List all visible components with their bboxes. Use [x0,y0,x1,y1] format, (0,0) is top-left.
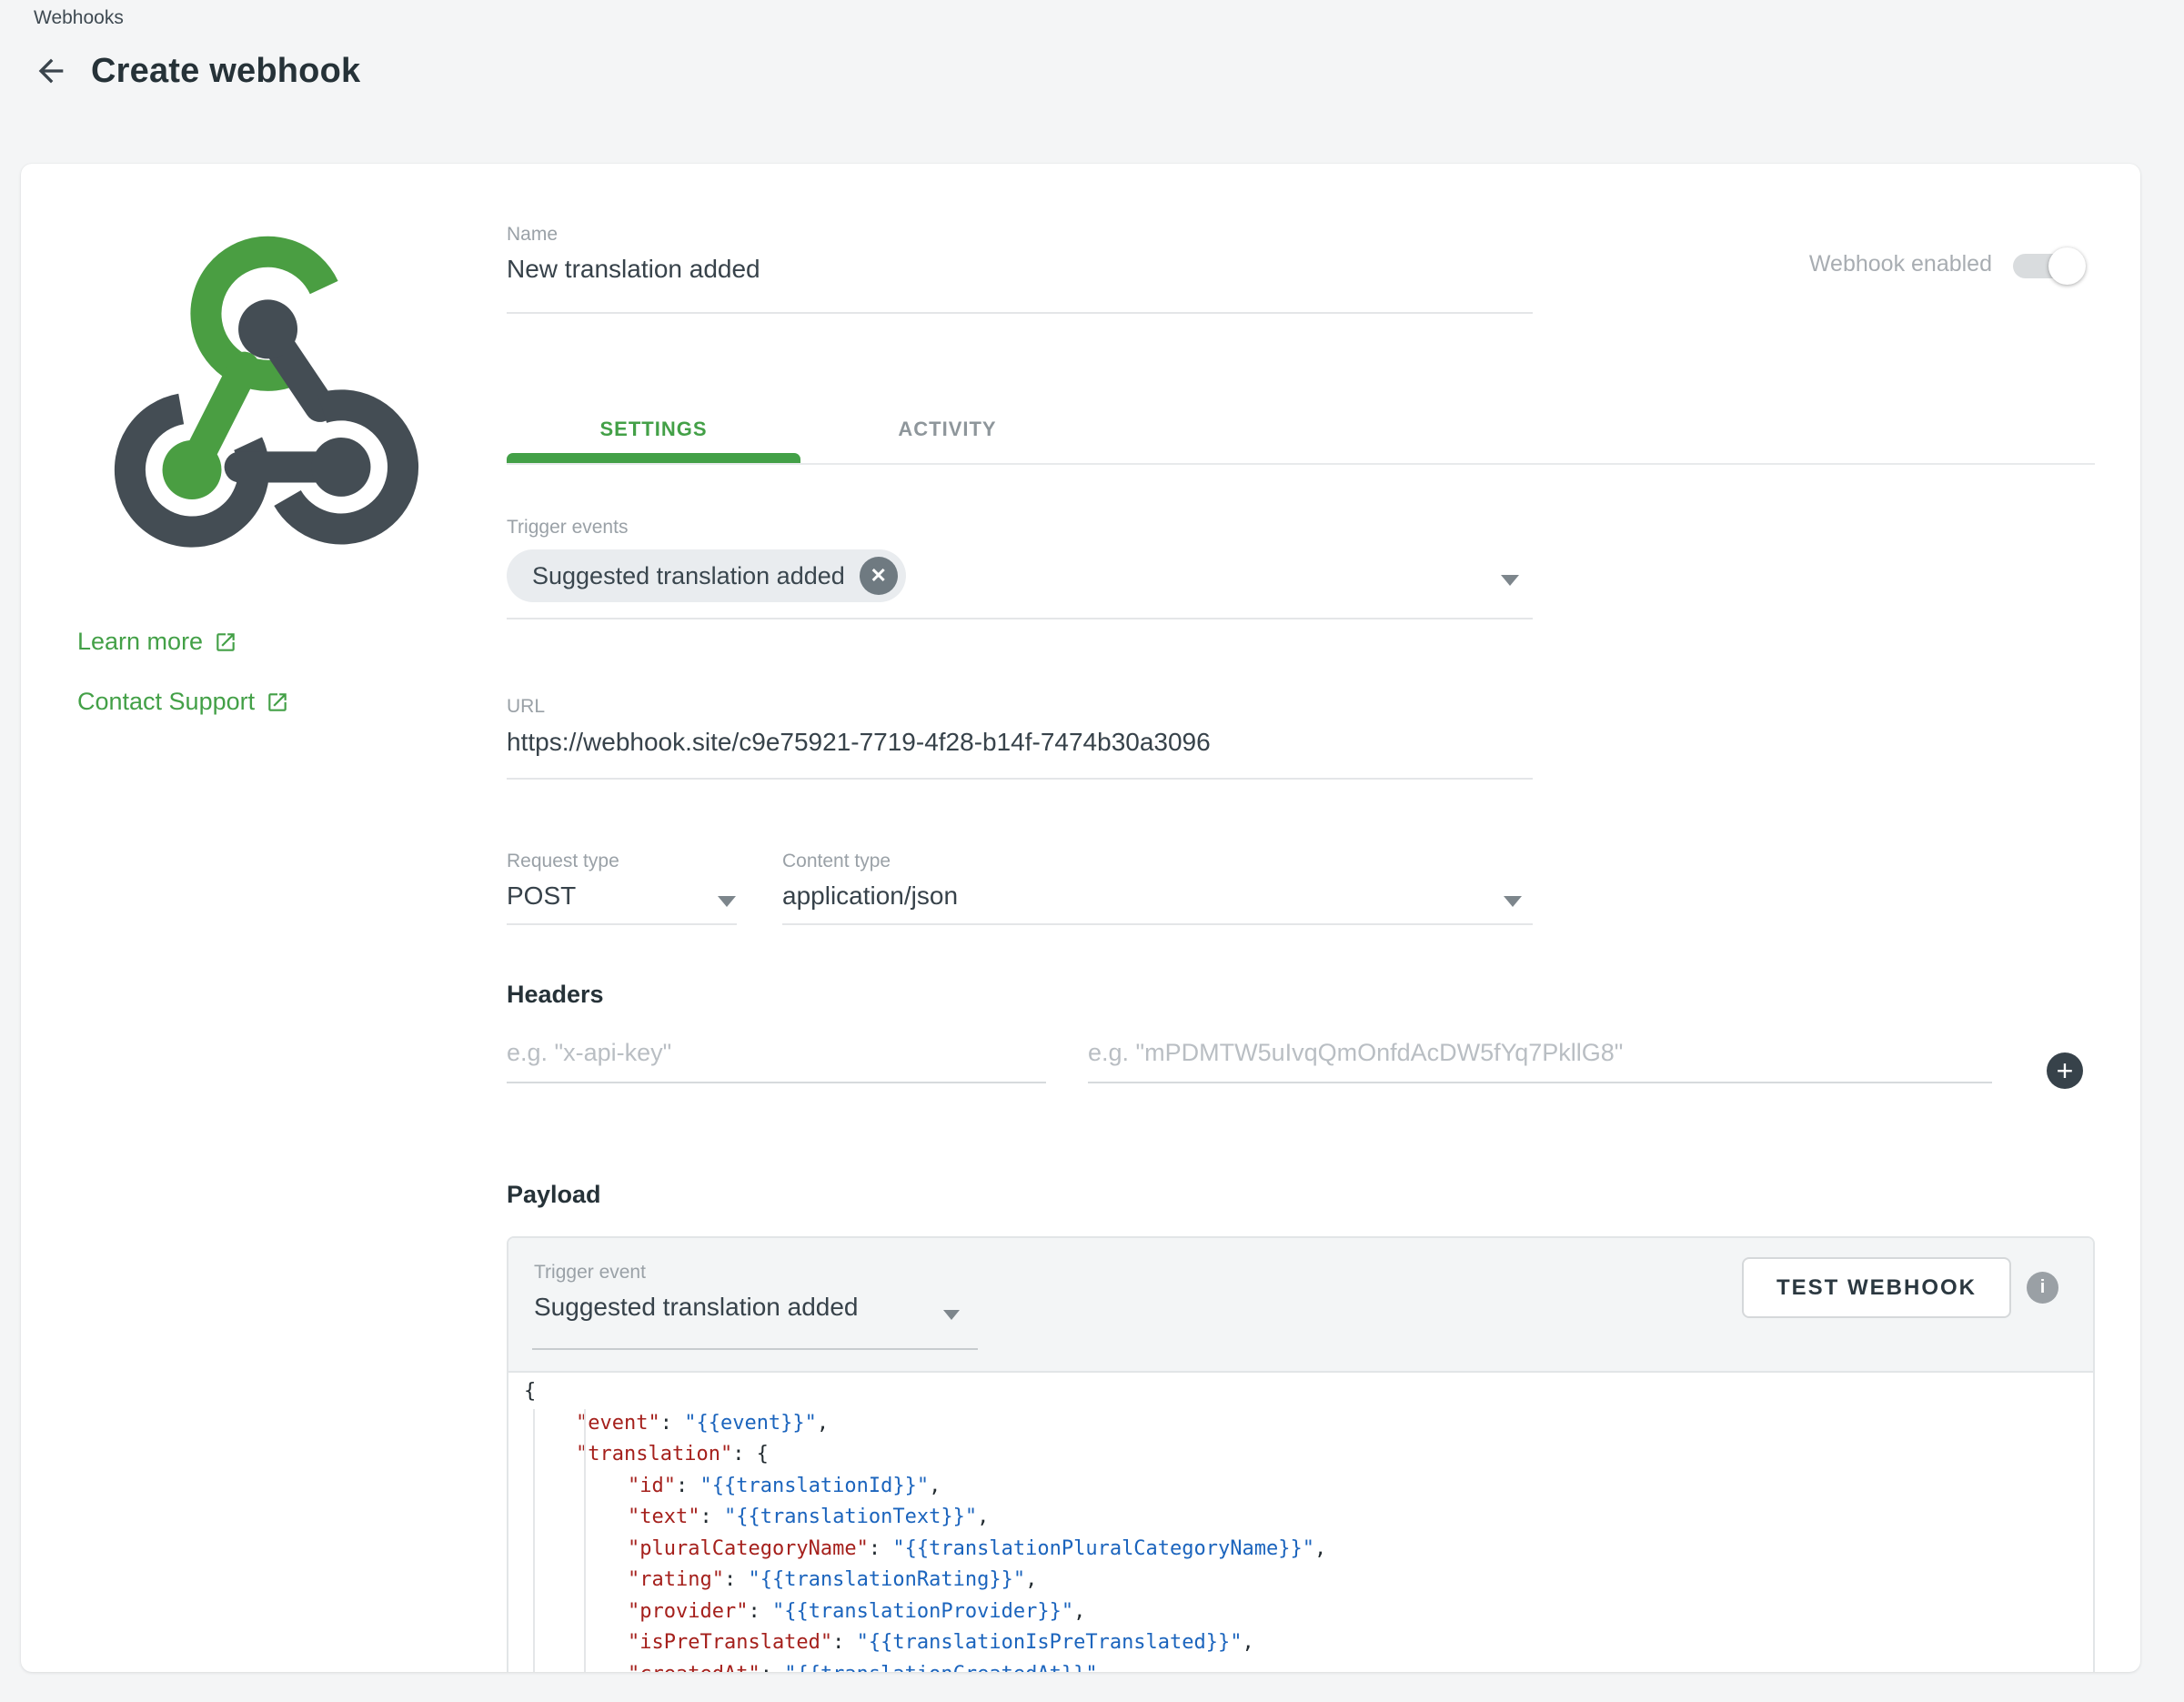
titlebar: Create webhook [31,51,360,91]
payload-trigger-event-select[interactable]: Suggested translation added [534,1293,859,1322]
code-line: { [524,1376,2093,1408]
webhook-logo [86,229,447,589]
code-line: "translation": { [524,1439,2093,1471]
header-key-input[interactable] [507,1039,1046,1083]
tabs-divider [507,463,2095,465]
trigger-events-label: Trigger events [507,517,628,539]
request-type-caret-icon[interactable] [718,896,736,907]
plus-icon: + [2057,1056,2074,1085]
payload-code-lines: {"event": "{{event}}","translation": {"i… [524,1376,2093,1672]
chip-close-icon[interactable]: ✕ [860,557,898,595]
content-type-select[interactable]: application/json [782,881,958,911]
content-type-underline [782,923,1533,925]
info-icon[interactable]: i [2027,1272,2058,1304]
create-webhook-card: Learn more Contact Support Name New tran… [21,164,2140,1672]
content-type-caret-icon[interactable] [1504,896,1522,907]
code-line: "rating": "{{translationRating}}", [524,1565,2093,1596]
tab-activity[interactable]: ACTIVITY [800,396,1094,463]
header-value-input[interactable] [1088,1039,1992,1083]
chip-label: Suggested translation added [532,562,845,590]
request-type-label: Request type [507,851,619,872]
indent-guide [584,1409,586,1672]
code-line: "pluralCategoryName": "{{translationPlur… [524,1534,2093,1566]
headers-title: Headers [507,981,604,1009]
code-line: "id": "{{translationId}}", [524,1471,2093,1503]
logo-top-node [238,299,297,358]
code-line: "text": "{{translationText}}", [524,1502,2093,1534]
name-input[interactable]: New translation added [507,255,760,284]
name-underline [507,312,1533,314]
code-line: "isPreTranslated": "{{translationIsPreTr… [524,1627,2093,1659]
payload-panel-header: Trigger event Suggested translation adde… [508,1238,2093,1373]
trigger-event-chip[interactable]: Suggested translation added ✕ [507,549,906,602]
trigger-events-underline [507,618,1533,619]
breadcrumb[interactable]: Webhooks [34,7,124,29]
logo-left-node [163,440,222,499]
url-label: URL [507,696,545,718]
request-type-underline [507,923,737,925]
name-label: Name [507,224,558,246]
page-title: Create webhook [91,52,360,91]
payload-trigger-event-caret-icon[interactable] [943,1310,960,1320]
learn-more-label: Learn more [77,628,203,656]
payload-title: Payload [507,1181,601,1209]
payload-trigger-event-underline [532,1348,978,1350]
external-link-icon [266,690,289,714]
payload-trigger-event-label: Trigger event [534,1262,646,1284]
learn-more-link[interactable]: Learn more [77,628,237,656]
payload-panel: Trigger event Suggested translation adde… [507,1236,2095,1672]
create-webhook-page: Webhooks Create webhook Learn more [0,0,2184,1702]
toggle-thumb [2048,247,2086,285]
webhook-enabled-label: Webhook enabled [1686,251,1992,277]
code-line: "createdAt": "{{translationCreatedAt}}", [524,1659,2093,1673]
payload-code-editor[interactable]: {"event": "{{event}}","translation": {"i… [508,1373,2093,1672]
contact-support-label: Contact Support [77,688,255,716]
back-arrow-icon[interactable] [31,51,71,91]
code-line: "event": "{{event}}", [524,1408,2093,1440]
url-underline [507,778,1533,780]
code-line: "provider": "{{translationProvider}}", [524,1596,2093,1628]
external-link-icon [214,630,237,654]
url-input[interactable]: https://webhook.site/c9e75921-7719-4f28-… [507,728,1211,757]
test-webhook-button[interactable]: TEST WEBHOOK [1742,1257,2011,1318]
content-type-label: Content type [782,851,891,872]
add-header-button[interactable]: + [2047,1052,2083,1089]
logo-right-node [312,438,371,497]
trigger-events-dropdown-caret-icon[interactable] [1501,575,1519,586]
test-webhook-label: TEST WEBHOOK [1776,1275,1977,1301]
indent-guide [533,1409,535,1672]
request-type-select[interactable]: POST [507,881,576,911]
contact-support-link[interactable]: Contact Support [77,688,289,716]
webhook-enabled-toggle[interactable] [2013,254,2080,278]
